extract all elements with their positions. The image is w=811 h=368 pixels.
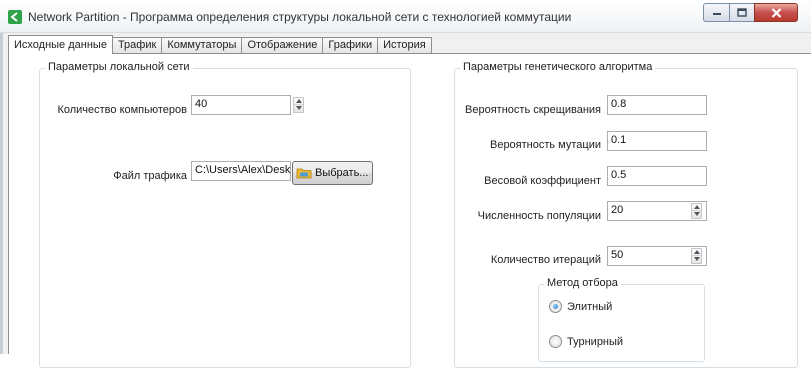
- population-size-stepper[interactable]: [691, 203, 702, 219]
- app-icon: [8, 10, 22, 24]
- mutation-probability-label: Вероятность мутации: [489, 139, 601, 151]
- iterations-count-label: Количество итераций: [490, 254, 601, 266]
- tab-traffic[interactable]: Трафик: [111, 37, 163, 54]
- browse-button-label: Выбрать...: [315, 167, 369, 179]
- weight-coefficient-input[interactable]: 0.5: [607, 166, 707, 186]
- stepper-down-button[interactable]: [294, 105, 303, 112]
- computers-count-stepper[interactable]: [293, 97, 304, 113]
- genetic-algorithm-group: Параметры генетического алгоритма Вероят…: [454, 61, 798, 368]
- genetic-algorithm-group-title: Параметры генетического алгоритма: [460, 61, 656, 73]
- selection-option-label: Турнирный: [567, 335, 624, 348]
- window-controls: [703, 3, 798, 22]
- app-window: Network Partition - Программа определени…: [0, 0, 811, 368]
- arrow-down-icon: [694, 212, 700, 216]
- arrow-down-icon: [296, 106, 302, 110]
- stepper-up-button[interactable]: [692, 249, 701, 256]
- close-icon: [771, 7, 781, 18]
- local-network-group-title: Параметры локальной сети: [45, 61, 193, 73]
- stepper-up-button[interactable]: [692, 204, 701, 211]
- browse-button[interactable]: Выбрать...: [292, 161, 374, 185]
- maximize-button[interactable]: [729, 3, 754, 22]
- radio-button[interactable]: [549, 300, 562, 313]
- selection-option-elite[interactable]: Элитный: [549, 300, 612, 313]
- mutation-probability-input[interactable]: 0.1: [607, 131, 707, 151]
- local-network-group: Параметры локальной сети Количество комп…: [39, 61, 411, 368]
- iterations-count-stepper[interactable]: [691, 248, 702, 264]
- folder-icon: [296, 167, 312, 179]
- selection-option-tournament[interactable]: Турнирный: [549, 335, 623, 348]
- stepper-down-button[interactable]: [692, 211, 701, 218]
- selection-option-label: Элитный: [567, 300, 613, 313]
- computers-count-input[interactable]: 40: [191, 95, 291, 115]
- title-bar[interactable]: Network Partition - Программа определени…: [0, 0, 811, 33]
- crossover-probability-input[interactable]: 0.8: [607, 95, 707, 115]
- selection-method-group-title: Метод отбора: [544, 277, 621, 289]
- computers-count-label: Количество компьютеров: [57, 104, 187, 116]
- traffic-file-label: Файл трафика: [113, 170, 187, 182]
- arrow-up-icon: [694, 250, 700, 254]
- tab-charts[interactable]: Графики: [322, 37, 379, 54]
- arrow-down-icon: [694, 257, 700, 261]
- tab-history[interactable]: История: [377, 37, 432, 54]
- population-size-label: Численность популяции: [477, 210, 601, 222]
- radio-button[interactable]: [549, 335, 562, 348]
- window-left-edge: [0, 33, 3, 354]
- tab-input-data[interactable]: Исходные данные: [8, 35, 113, 54]
- tab-content-input-data: Параметры локальной сети Количество комп…: [8, 53, 811, 368]
- tab-display[interactable]: Отображение: [241, 37, 324, 54]
- selection-method-group: Метод отбора Элитный Турнирный: [538, 277, 705, 362]
- arrow-up-icon: [694, 205, 700, 209]
- crossover-probability-label: Вероятность скрещивания: [465, 104, 601, 116]
- window-title: Network Partition - Программа определени…: [28, 10, 572, 24]
- tab-switches[interactable]: Коммутаторы: [161, 37, 243, 54]
- close-button[interactable]: [754, 3, 798, 22]
- traffic-file-input[interactable]: C:\Users\Alex\Desktop\: [191, 161, 291, 181]
- stepper-down-button[interactable]: [692, 256, 701, 263]
- minimize-icon: [712, 12, 721, 15]
- weight-coefficient-label: Весовой коэффициент: [484, 175, 601, 187]
- arrow-up-icon: [296, 99, 302, 103]
- maximize-icon: [737, 8, 747, 17]
- minimize-button[interactable]: [703, 3, 729, 22]
- stepper-up-button[interactable]: [294, 98, 303, 105]
- tab-bar: Исходные данные Трафик Коммутаторы Отобр…: [8, 35, 432, 54]
